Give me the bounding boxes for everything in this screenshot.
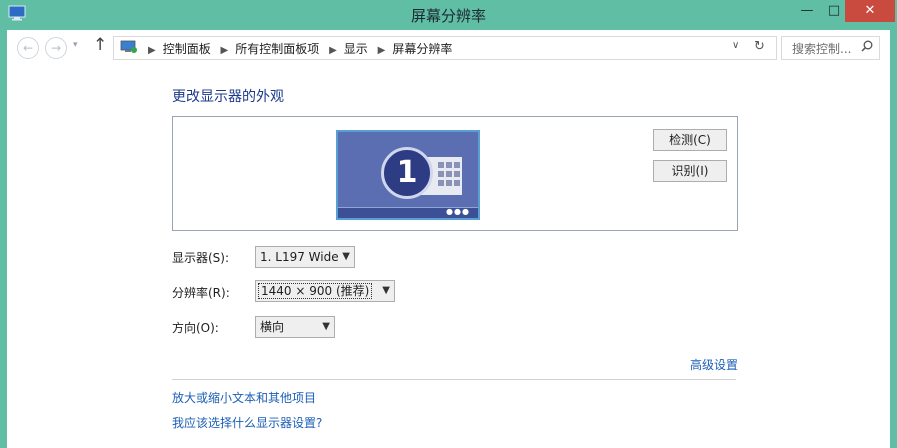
breadcrumb-screen-resolution[interactable]: 屏幕分辨率 — [392, 42, 452, 56]
navigation-bar: ← → ▾ ↑ ▶ 控制面板 ▶ 所有控制面板项 ▶ 显示 ▶ 屏幕分辨率 ∨ … — [7, 30, 890, 65]
detect-button[interactable]: 检测(C) — [653, 129, 727, 151]
chevron-down-icon: ▼ — [382, 285, 390, 296]
address-dropdown-icon[interactable]: ∨ — [732, 40, 739, 51]
advanced-settings-link[interactable]: 高级设置 — [690, 356, 738, 373]
refresh-icon[interactable]: ↻ — [754, 39, 765, 54]
orientation-select-value: 横向 — [260, 320, 285, 334]
search-input[interactable]: 搜索控制... — [781, 36, 880, 60]
window: 屏幕分辨率 — □ ✕ ← → ▾ ↑ ▶ 控制面板 ▶ 所有控制面板项 ▶ 显… — [0, 0, 897, 448]
title-bar: 屏幕分辨率 — □ ✕ — [0, 0, 897, 30]
chevron-down-icon: ▼ — [322, 321, 330, 332]
recent-locations-dropdown[interactable]: ▾ — [73, 40, 78, 50]
monitor-number-badge: 1 — [381, 147, 433, 199]
resolution-select[interactable]: 1440 × 900 (推荐) ▼ — [255, 280, 395, 302]
identify-button[interactable]: 识别(I) — [653, 160, 727, 182]
control-panel-icon — [120, 40, 137, 53]
address-bar[interactable]: ▶ 控制面板 ▶ 所有控制面板项 ▶ 显示 ▶ 屏幕分辨率 ∨ ↻ — [113, 36, 777, 60]
display-select-value: 1. L197 Wide — [260, 250, 339, 264]
forward-button[interactable]: → — [45, 37, 67, 59]
divider — [172, 379, 736, 380]
monitor-dots: ●●● — [446, 207, 470, 216]
monitor-preview-panel: 1 ●●● 检测(C) 识别(I) — [172, 116, 738, 231]
maximize-button[interactable]: □ — [820, 0, 848, 22]
minimize-button[interactable]: — — [793, 0, 821, 22]
display-settings-help-link[interactable]: 我应该选择什么显示器设置? — [172, 414, 322, 431]
display-label: 显示器(S): — [172, 251, 230, 265]
back-button[interactable]: ← — [17, 37, 39, 59]
resolution-select-value: 1440 × 900 (推荐) — [258, 283, 373, 299]
close-button[interactable]: ✕ — [845, 0, 895, 22]
search-placeholder: 搜索控制... — [792, 42, 852, 56]
breadcrumb-separator-icon[interactable]: ▶ — [378, 45, 386, 56]
left-arrow-icon: ← — [22, 41, 34, 55]
window-title: 屏幕分辨率 — [410, 7, 486, 25]
resolution-label: 分辨率(R): — [172, 286, 230, 300]
page-title: 更改显示器的外观 — [172, 89, 284, 105]
search-icon[interactable] — [861, 40, 873, 52]
breadcrumb-separator-icon: ▶ — [148, 45, 156, 56]
chevron-down-icon: ▼ — [342, 251, 350, 262]
orientation-label: 方向(O): — [172, 321, 219, 335]
text-size-link[interactable]: 放大或缩小文本和其他项目 — [172, 389, 316, 406]
breadcrumb: ▶ 控制面板 ▶ 所有控制面板项 ▶ 显示 ▶ 屏幕分辨率 — [144, 40, 454, 57]
content-area: ← → ▾ ↑ ▶ 控制面板 ▶ 所有控制面板项 ▶ 显示 ▶ 屏幕分辨率 ∨ … — [7, 30, 890, 448]
breadcrumb-all-items[interactable]: 所有控制面板项 — [235, 42, 319, 56]
display-select[interactable]: 1. L197 Wide ▼ — [255, 246, 355, 268]
breadcrumb-display[interactable]: 显示 — [344, 42, 368, 56]
breadcrumb-control-panel[interactable]: 控制面板 — [163, 42, 211, 56]
right-arrow-icon: → — [50, 41, 62, 55]
up-button[interactable]: ↑ — [93, 35, 107, 55]
orientation-select[interactable]: 横向 ▼ — [255, 316, 335, 338]
breadcrumb-separator-icon[interactable]: ▶ — [329, 45, 337, 56]
monitor-1-thumbnail[interactable]: 1 ●●● — [336, 130, 480, 220]
breadcrumb-separator-icon[interactable]: ▶ — [221, 45, 229, 56]
